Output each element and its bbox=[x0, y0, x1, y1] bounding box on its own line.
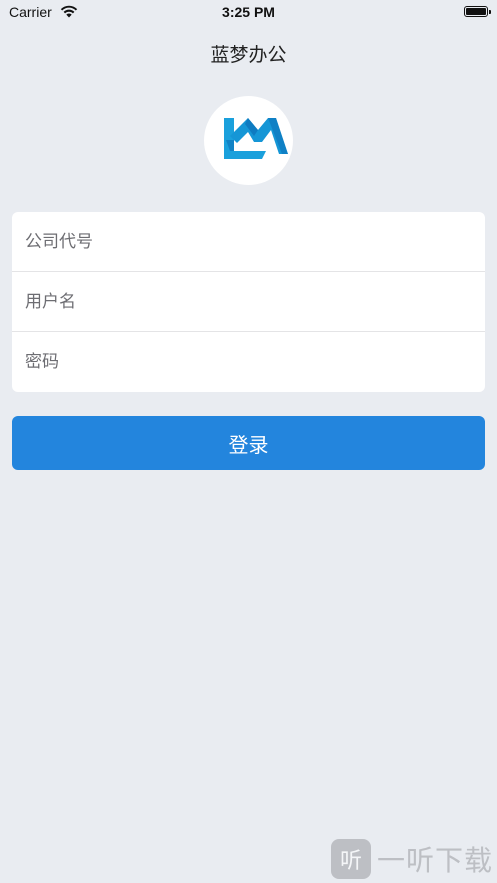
page-title: 蓝梦办公 bbox=[210, 44, 287, 66]
company-code-row bbox=[12, 212, 485, 272]
status-bar: Carrier 3:25 PM bbox=[0, 0, 497, 26]
watermark: 听 一听下载 bbox=[330, 839, 493, 879]
login-button[interactable]: 登录 bbox=[12, 416, 485, 470]
watermark-text: 一听下载 bbox=[376, 844, 493, 877]
username-input[interactable] bbox=[12, 272, 485, 331]
password-input[interactable] bbox=[12, 332, 485, 392]
app-logo bbox=[204, 96, 293, 185]
login-form bbox=[12, 212, 485, 392]
password-row bbox=[12, 332, 485, 392]
clock: 3:25 PM bbox=[222, 4, 275, 20]
watermark-logo-icon: 听 bbox=[330, 839, 371, 879]
battery-icon bbox=[464, 6, 491, 17]
lm-logo-icon bbox=[224, 118, 288, 159]
company-code-input[interactable] bbox=[12, 212, 485, 271]
username-row bbox=[12, 272, 485, 332]
login-screen: Carrier 3:25 PM 蓝梦办公 登录 bbox=[0, 0, 497, 883]
